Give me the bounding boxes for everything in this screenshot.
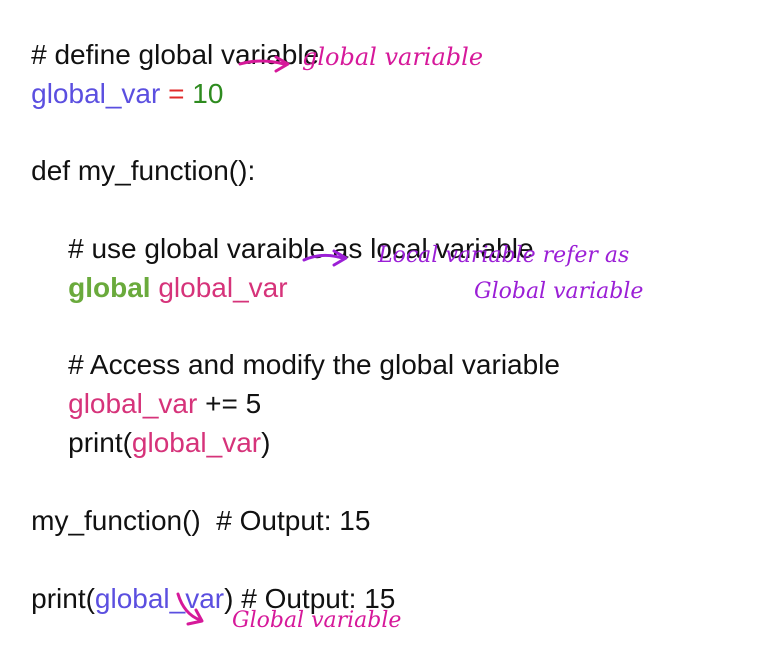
- assignment-operator: =: [160, 78, 193, 109]
- close-paren: ): [261, 427, 271, 458]
- comment-use-global: # use global varaible as local variable: [37, 198, 533, 264]
- global-keyword: global: [68, 272, 151, 303]
- code-snippet: # define global variable global_var = 10…: [0, 0, 759, 646]
- annotation-arrow-3-icon: [176, 592, 204, 626]
- def-text: def my_function():: [31, 155, 256, 186]
- print-call: print(: [31, 583, 95, 614]
- annotation-global-variable: global variable: [302, 43, 484, 71]
- annotation-global-variable-bottom: Global variable: [232, 608, 402, 633]
- annotation-arrow-1-icon: [238, 55, 290, 73]
- annotation-arrow-2-icon: [302, 249, 348, 267]
- variable-name: global_var: [31, 78, 161, 109]
- annotation-local-refer-global-line2: Global variable: [474, 279, 644, 304]
- global-var-assignment: global_var = 10: [0, 43, 223, 109]
- number-literal: 10: [192, 78, 224, 109]
- function-call: my_function() # Output: 15: [0, 470, 370, 536]
- print-global: print(global_var) # Output: 15: [0, 548, 395, 614]
- annotation-local-refer-global-line1: Local variable refer as: [378, 243, 630, 268]
- comment-define-global: # define global variable: [0, 4, 319, 70]
- global-statement: global global_var: [37, 237, 287, 303]
- comment-access-modify: # Access and modify the global variable: [37, 314, 560, 380]
- print-inside-function: print(global_var): [37, 392, 270, 458]
- variable-name: global_var: [131, 427, 262, 458]
- call-text: my_function() # Output: 15: [31, 505, 371, 536]
- function-definition: def my_function():: [0, 120, 255, 186]
- print-call: print(: [68, 427, 132, 458]
- variable-name: global_var: [150, 272, 288, 303]
- increment-statement: global_var += 5: [37, 353, 261, 419]
